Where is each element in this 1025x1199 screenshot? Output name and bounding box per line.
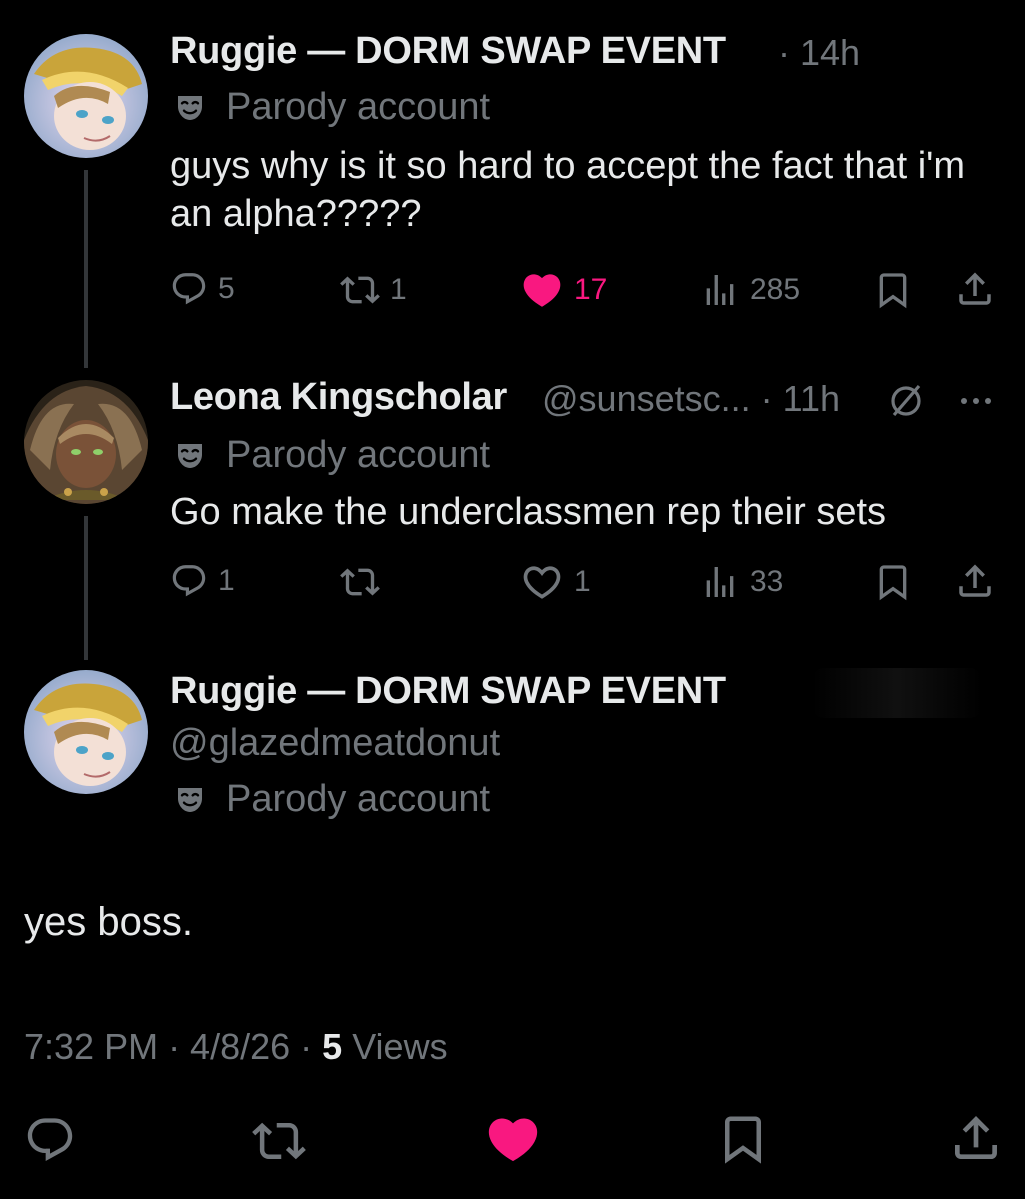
parody-text: Parody account	[226, 434, 491, 476]
mask-icon	[174, 92, 206, 124]
parody-label: Parody account	[174, 86, 490, 129]
repost-button[interactable]: 1	[340, 270, 407, 310]
avatar[interactable]	[24, 380, 148, 504]
display-name[interactable]: Leona Kingscholar	[170, 376, 507, 419]
reply-icon	[170, 270, 208, 308]
thread-line	[84, 170, 88, 368]
share-icon	[954, 560, 996, 602]
heart-icon	[520, 560, 564, 604]
tweet-text: guys why is it so hard to accept the fac…	[170, 145, 966, 235]
reply-count: 1	[218, 564, 235, 597]
share-button[interactable]	[954, 268, 996, 310]
avatar[interactable]	[24, 34, 148, 158]
parody-text: Parody account	[226, 86, 491, 128]
parody-label: Parody account	[174, 778, 490, 821]
reply-count: 5	[218, 272, 235, 305]
parody-text: Parody account	[226, 778, 491, 820]
display-name[interactable]: Ruggie — DORM SWAP EVENT	[170, 670, 726, 713]
slash-circle-icon[interactable]	[886, 380, 926, 420]
like-button[interactable]: 17	[520, 268, 607, 312]
share-icon	[954, 268, 996, 310]
like-count: 1	[574, 565, 591, 598]
bookmark-icon	[716, 1112, 770, 1166]
more-icon[interactable]	[956, 394, 996, 406]
views-button[interactable]: 285	[700, 270, 800, 310]
bookmark-icon	[873, 270, 913, 310]
tweet-timestamp[interactable]: 7:32 PM · 4/8/26 ·	[24, 1026, 322, 1067]
heart-icon	[520, 268, 564, 312]
views-count: 5	[322, 1026, 343, 1067]
like-button[interactable]: 1	[520, 560, 591, 604]
bookmark-button[interactable]	[873, 270, 913, 310]
parody-label: Parody account	[174, 434, 490, 477]
like-button[interactable]	[484, 1110, 542, 1168]
reply-icon	[170, 562, 208, 600]
share-button[interactable]	[948, 1110, 1004, 1166]
views-count: 285	[750, 273, 801, 306]
reply-button[interactable]: 5	[170, 270, 235, 308]
tweet-text: Go make the underclassmen rep their sets	[170, 491, 887, 533]
repost-count: 1	[390, 273, 407, 306]
views-count: 33	[750, 565, 784, 598]
views-button[interactable]: 33	[700, 562, 783, 602]
heart-icon	[484, 1110, 542, 1168]
timestamp[interactable]: · 14h	[778, 32, 860, 74]
repost-button[interactable]	[340, 562, 390, 602]
display-name[interactable]: Ruggie — DORM SWAP EVENT	[170, 30, 726, 73]
share-button[interactable]	[954, 560, 996, 602]
repost-icon	[340, 270, 380, 310]
reply-icon	[24, 1114, 76, 1166]
share-icon	[948, 1110, 1004, 1166]
repost-icon	[252, 1114, 306, 1168]
handle[interactable]: @glazedmeatdonut	[170, 722, 500, 765]
bookmark-icon	[873, 562, 913, 602]
mask-icon	[174, 440, 206, 472]
tweet-text: yes boss.	[24, 900, 193, 944]
views-icon	[700, 562, 740, 602]
reply-button[interactable]	[24, 1114, 76, 1166]
handle-timestamp[interactable]: @sunsetsc... · 11h	[542, 378, 840, 420]
views-label: Views	[342, 1026, 448, 1067]
watermark	[812, 668, 982, 718]
repost-button[interactable]	[252, 1114, 306, 1168]
like-count: 17	[574, 273, 608, 306]
reply-button[interactable]: 1	[170, 562, 235, 600]
bookmark-button[interactable]	[716, 1112, 770, 1166]
tweet-timestamp-views: 7:32 PM · 4/8/26 · 5 Views	[24, 1026, 448, 1068]
repost-icon	[340, 562, 380, 602]
bookmark-button[interactable]	[873, 562, 913, 602]
avatar[interactable]	[24, 670, 148, 794]
mask-icon	[174, 784, 206, 816]
thread-line	[84, 516, 88, 660]
views-icon	[700, 270, 740, 310]
